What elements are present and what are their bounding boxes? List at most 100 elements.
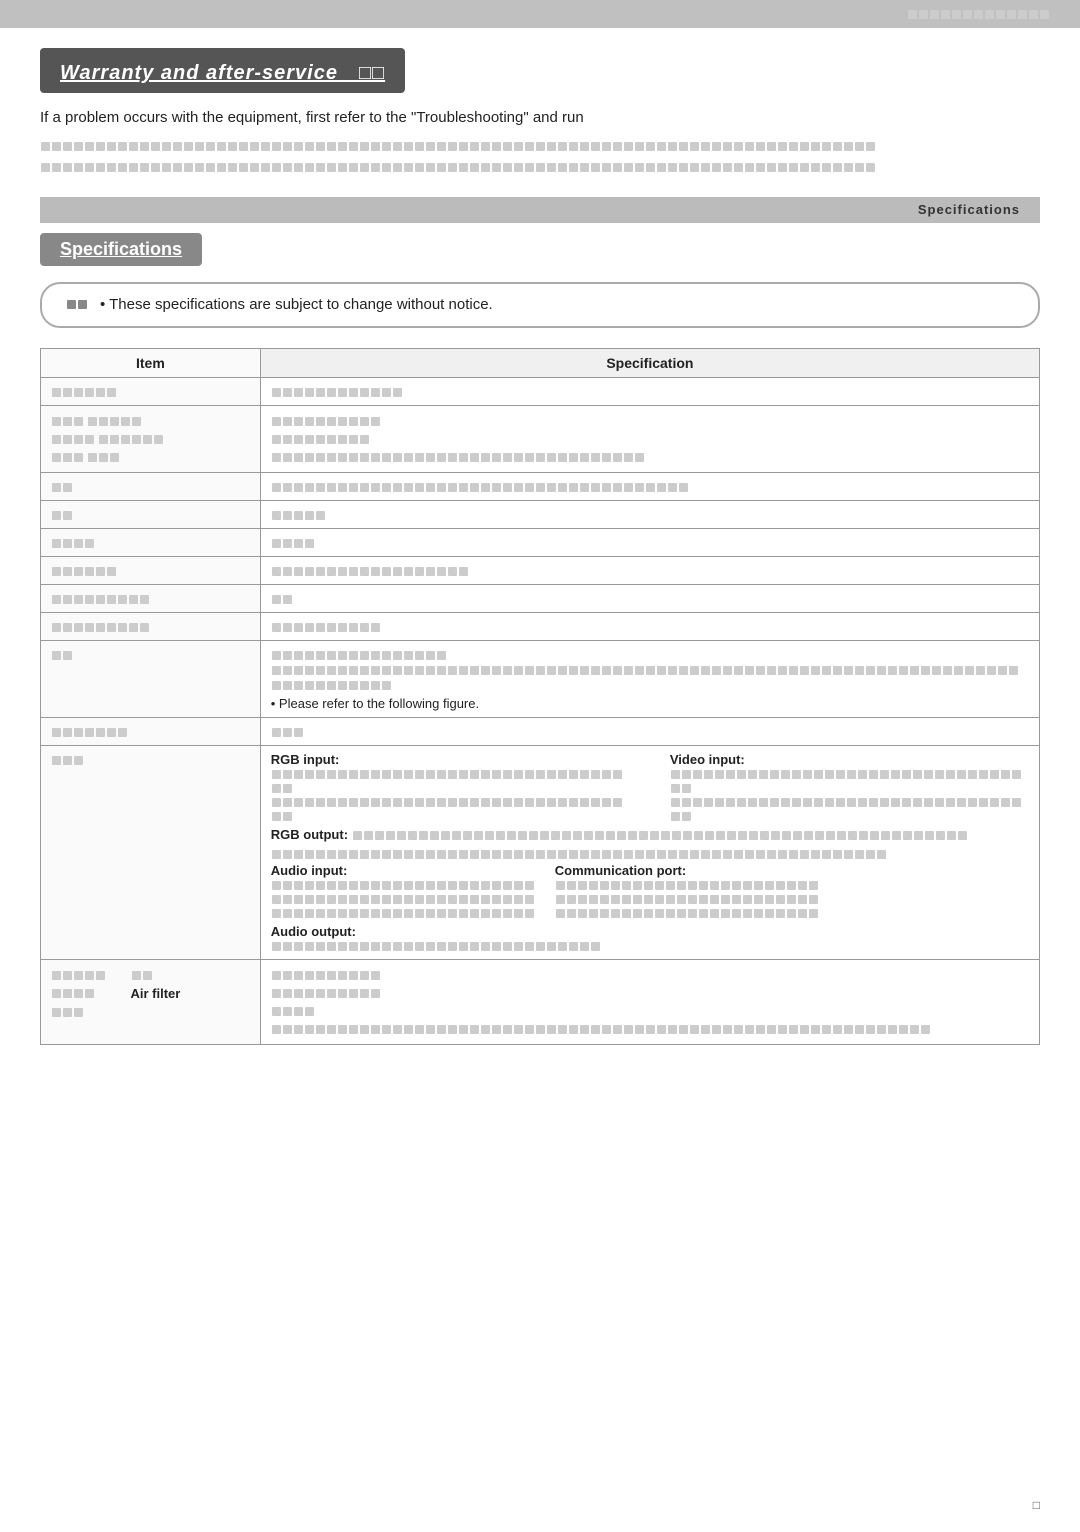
connector-row-3: Audio input:	[271, 863, 1029, 920]
spec-label-bar: Specifications	[40, 197, 1040, 223]
specs-table: Item Specification	[40, 348, 1040, 1045]
rgb-output-section: RGB output:	[271, 827, 1029, 842]
audio-output-jp	[271, 939, 1029, 953]
last-item-sub3	[51, 1003, 250, 1021]
spec-cell: • Please refer to the following figure.	[260, 640, 1039, 717]
spec-cell	[260, 377, 1039, 405]
item-cell	[41, 472, 261, 500]
item-cell	[41, 556, 261, 584]
rgb-output-jp2-text	[271, 847, 887, 861]
rgb-input-jp2	[271, 795, 630, 823]
warranty-title: Warranty and after-service □□	[60, 62, 385, 84]
table-row: Air filter	[51, 984, 250, 1003]
item-cell	[41, 377, 261, 405]
table-row	[271, 1002, 1029, 1020]
sub-item-label	[51, 448, 250, 466]
top-bar-text	[907, 8, 1050, 20]
table-row	[51, 448, 250, 466]
table-row	[271, 1020, 1029, 1038]
warranty-banner: Warranty and after-service □□	[40, 48, 405, 93]
audio-input-section: Audio input:	[271, 863, 535, 920]
rgb-output-jp	[352, 828, 968, 842]
last-item-outer2	[51, 984, 131, 1003]
col-item-header: Item	[41, 348, 261, 377]
video-input-jp	[670, 767, 1029, 795]
page-number: □	[1033, 1498, 1040, 1512]
sub-spec-cell	[271, 412, 1029, 430]
sub-item-label	[51, 412, 250, 430]
item-cell	[41, 405, 261, 472]
last-spec-airfilter	[271, 1002, 1029, 1020]
item-cell	[41, 640, 261, 717]
table-row	[271, 430, 1029, 448]
nested-spec-table	[271, 412, 1029, 466]
video-input-section: Video input:	[670, 752, 1029, 823]
audio-input-jp3	[271, 906, 535, 920]
spec-cell	[260, 472, 1039, 500]
table-row	[271, 966, 1029, 984]
page-wrapper: Warranty and after-service □□ If a probl…	[0, 0, 1080, 1532]
spec-line2	[271, 662, 1029, 692]
warranty-jp-line1	[40, 136, 1040, 158]
table-row	[41, 556, 1040, 584]
audio-input-jp2	[271, 892, 535, 906]
item-cell	[41, 584, 261, 612]
connector-row-1: RGB input: Video input:	[271, 752, 1029, 823]
table-row	[51, 1003, 250, 1021]
notice-text: • These specifications are subject to ch…	[100, 296, 493, 313]
table-row	[271, 448, 1029, 466]
last-spec-sub2	[271, 984, 1029, 1002]
spec-cell-complex: RGB input: Video input:	[260, 745, 1039, 959]
table-row	[41, 717, 1040, 745]
table-row	[41, 377, 1040, 405]
item-cell	[41, 528, 261, 556]
video-input-label: Video input:	[670, 752, 745, 767]
comm-port-label: Communication port:	[555, 863, 686, 878]
last-spec-sub1	[271, 966, 1029, 984]
comm-port-jp1	[555, 878, 819, 892]
comm-port-jp2	[555, 892, 819, 906]
item-cell	[41, 745, 261, 959]
audio-output-section: Audio output:	[271, 924, 1029, 953]
table-row	[41, 528, 1040, 556]
notice-icon	[66, 296, 88, 314]
rgb-output-label: RGB output:	[271, 827, 348, 842]
spec-cell	[260, 500, 1039, 528]
item-cell	[41, 500, 261, 528]
table-row: Air filter	[41, 959, 1040, 1044]
table-row	[51, 412, 250, 430]
rgb-input-label: RGB input:	[271, 752, 340, 767]
audio-input-label: Audio input:	[271, 863, 348, 878]
table-row	[41, 472, 1040, 500]
table-row: • Please refer to the following figure.	[41, 640, 1040, 717]
rgb-input-section: RGB input:	[271, 752, 630, 823]
item-cell	[41, 612, 261, 640]
col-spec-header: Specification	[260, 348, 1039, 377]
audio-output-label: Audio output:	[271, 924, 356, 939]
comm-port-jp3	[555, 906, 819, 920]
last-item-sub1	[131, 966, 250, 984]
table-row: RGB input: Video input:	[41, 745, 1040, 959]
warranty-description: If a problem occurs with the equipment, …	[40, 107, 1040, 130]
sub-item-label	[51, 430, 250, 448]
table-row	[41, 405, 1040, 472]
spec-cell	[260, 717, 1039, 745]
spec-refer: • Please refer to the following figure.	[271, 696, 1029, 711]
item-cell: Air filter	[41, 959, 261, 1044]
spec-cell-last	[260, 959, 1039, 1044]
warranty-jp-line2	[40, 157, 1040, 179]
item-cell	[41, 717, 261, 745]
last-spec-sub4	[271, 1020, 1029, 1038]
last-item-outer	[51, 966, 131, 984]
spec-cell	[260, 612, 1039, 640]
content-area: Warranty and after-service □□ If a probl…	[0, 28, 1080, 1105]
spec-cell	[260, 584, 1039, 612]
table-row	[51, 430, 250, 448]
sub-spec-cell	[271, 430, 1029, 448]
table-row	[41, 500, 1040, 528]
table-row	[41, 584, 1040, 612]
notice-box: • These specifications are subject to ch…	[40, 282, 1040, 328]
spec-cell	[260, 556, 1039, 584]
last-spec-table	[271, 966, 1029, 1038]
air-filter-label: Air filter	[131, 984, 250, 1003]
